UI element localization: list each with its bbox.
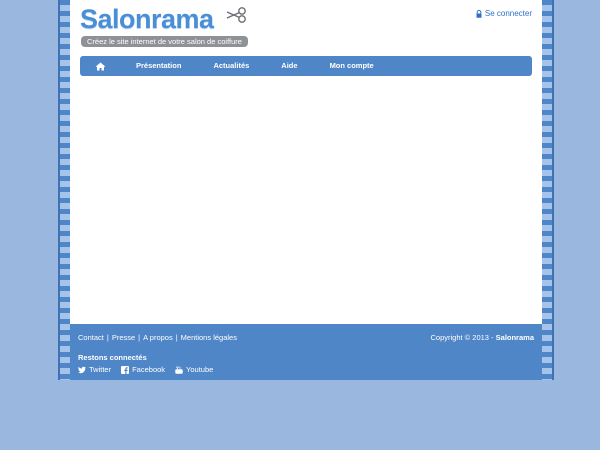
site-footer: Contact | Presse | A propos | Mentions légales… xyxy=(70,324,542,380)
footer-link-a-propos[interactable]: A propos xyxy=(143,333,173,342)
tagline-badge: Créez le site internet de votre salon de… xyxy=(81,36,248,47)
facebook-icon xyxy=(121,365,130,374)
nav-item-presentation[interactable]: Présentation xyxy=(120,56,197,76)
left-film-strip xyxy=(58,0,70,380)
nav-home[interactable] xyxy=(80,56,120,76)
right-film-strip xyxy=(542,0,554,380)
nav-item-aide[interactable]: Aide xyxy=(265,56,313,76)
login-label: Se connecter xyxy=(484,9,532,18)
facebook-link[interactable]: Facebook xyxy=(121,365,165,374)
site-logo[interactable]: Salonrama xyxy=(80,4,214,35)
separator: | xyxy=(138,333,141,342)
twitter-link[interactable]: Twitter xyxy=(78,365,111,374)
copyright-text: Copyright © 2013 - xyxy=(430,333,496,342)
youtube-link[interactable]: Youtube xyxy=(175,365,213,374)
page-content: Salonrama Créez le site internet de votr… xyxy=(70,0,542,324)
twitter-label: Twitter xyxy=(89,365,112,374)
twitter-icon xyxy=(78,366,86,373)
footer-link-mentions-legales[interactable]: Mentions légales xyxy=(181,333,237,342)
nav-item-actualites[interactable]: Actualités xyxy=(197,56,265,76)
separator: | xyxy=(106,333,109,342)
nav-item-mon-compte[interactable]: Mon compte xyxy=(314,56,390,76)
footer-links: Contact | Presse | A propos | Mentions légales xyxy=(78,333,237,342)
main-nav: Présentation Actualités Aide Mon compte xyxy=(80,56,532,76)
copyright-brand: Salonrama xyxy=(495,333,534,342)
login-link[interactable]: Se connecter xyxy=(476,9,532,18)
home-icon xyxy=(95,62,105,70)
facebook-label: Facebook xyxy=(132,365,166,374)
social-title: Restons connectés xyxy=(78,353,147,362)
footer-link-contact[interactable]: Contact xyxy=(78,333,104,342)
scissors-icon xyxy=(226,7,246,23)
separator: | xyxy=(175,333,178,342)
copyright: Copyright © 2013 - Salonrama xyxy=(430,333,534,342)
lock-icon xyxy=(476,9,482,18)
youtube-icon xyxy=(175,365,183,374)
youtube-label: Youtube xyxy=(186,365,214,374)
social-links: Twitter Facebook Youtube xyxy=(78,365,213,374)
footer-link-presse[interactable]: Presse xyxy=(112,333,135,342)
